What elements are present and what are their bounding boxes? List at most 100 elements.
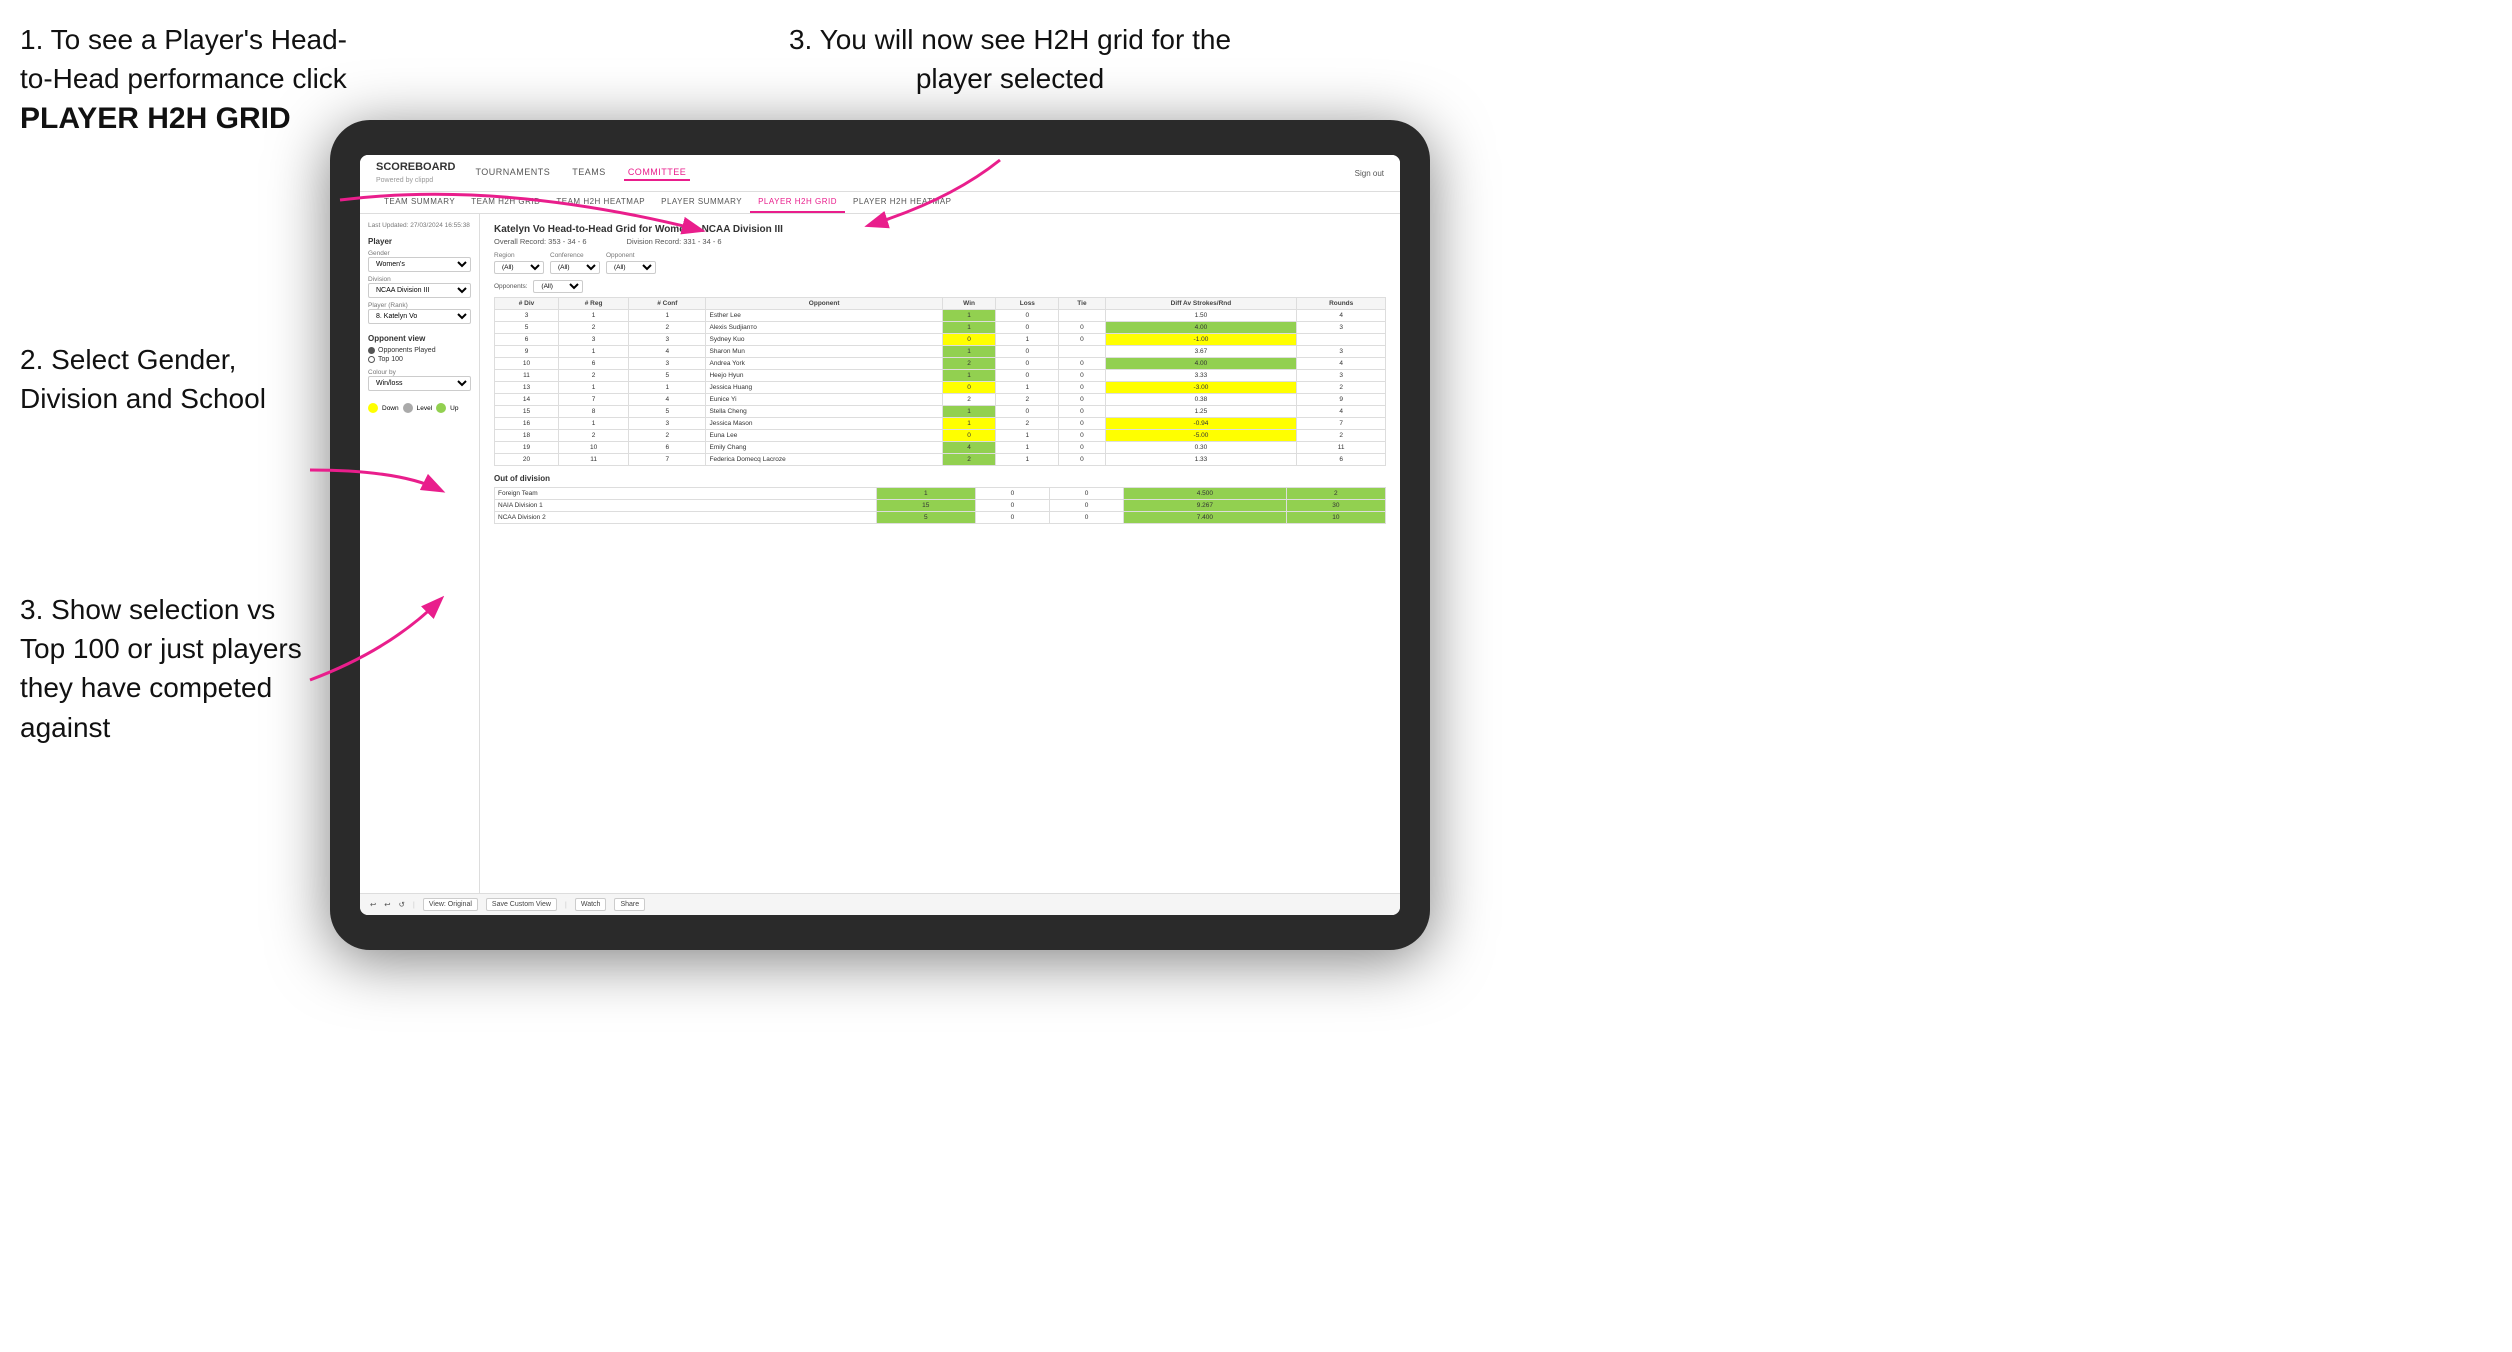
- opponents-row: Opponents: (All): [494, 280, 1386, 293]
- region-filter: Region (All): [494, 252, 544, 274]
- cell-tie: 0: [1059, 334, 1105, 346]
- subnav-player-h2h-heatmap[interactable]: PLAYER H2H HEATMAP: [845, 192, 960, 213]
- ood-loss: 0: [975, 512, 1049, 524]
- cell-conf: 5: [629, 406, 706, 418]
- cell-rounds: 7: [1297, 418, 1386, 430]
- table-row: 6 3 3 Sydney Kuo 0 1 0 -1.00: [495, 334, 1386, 346]
- save-custom-btn[interactable]: Save Custom View: [486, 898, 557, 911]
- cell-win: 2: [942, 358, 996, 370]
- sign-out[interactable]: Sign out: [1355, 169, 1384, 178]
- redo-icon[interactable]: ↩: [384, 900, 390, 909]
- ood-table-row: NAIA Division 1 15 0 0 9.267 30: [495, 500, 1386, 512]
- nav-teams[interactable]: TEAMS: [568, 165, 610, 181]
- cell-conf: 5: [629, 370, 706, 382]
- col-loss: Loss: [996, 298, 1059, 310]
- legend-up-dot: [436, 403, 446, 413]
- cell-conf: 2: [629, 430, 706, 442]
- player-section-title: Player: [368, 237, 471, 246]
- cell-tie: 0: [1059, 430, 1105, 442]
- cell-opponent: Jessica Mason: [706, 418, 942, 430]
- view-original-btn[interactable]: View: Original: [423, 898, 478, 911]
- col-div: # Div: [495, 298, 559, 310]
- player-select[interactable]: 8. Katelyn Vo: [368, 309, 471, 324]
- cell-rounds: 9: [1297, 394, 1386, 406]
- subnav-team-summary[interactable]: TEAM SUMMARY: [376, 192, 463, 213]
- conference-select[interactable]: (All): [550, 261, 600, 274]
- overall-record: Overall Record: 353 - 34 - 6: [494, 237, 587, 246]
- cell-conf: 1: [629, 310, 706, 322]
- cell-rounds: 4: [1297, 310, 1386, 322]
- ood-diff: 9.267: [1124, 500, 1286, 512]
- radio-dot-top100: [368, 356, 375, 363]
- subnav-player-summary[interactable]: PLAYER SUMMARY: [653, 192, 750, 213]
- cell-opponent: Esther Lee: [706, 310, 942, 322]
- region-select[interactable]: (All): [494, 261, 544, 274]
- nav-committee[interactable]: COMMITTEE: [624, 165, 691, 181]
- ood-win: 15: [876, 500, 975, 512]
- subnav-player-h2h-grid[interactable]: PLAYER H2H GRID: [750, 192, 845, 213]
- table-row: 19 10 6 Emily Chang 4 1 0 0.30 11: [495, 442, 1386, 454]
- legend-down-label: Down: [382, 405, 399, 412]
- colour-by-label: Colour by: [368, 369, 471, 376]
- cell-opponent: Heejo Hyun: [706, 370, 942, 382]
- step3b-text: 3. Show selection vs Top 100 or just pla…: [20, 594, 302, 743]
- step1-bold: PLAYER H2H GRID: [20, 102, 291, 135]
- ood-tie: 0: [1050, 512, 1124, 524]
- cell-conf: 4: [629, 346, 706, 358]
- col-tie: Tie: [1059, 298, 1105, 310]
- cell-loss: 0: [996, 370, 1059, 382]
- cell-diff: -0.94: [1105, 418, 1297, 430]
- cell-opponent: Andrea York: [706, 358, 942, 370]
- opponent-select[interactable]: (All): [606, 261, 656, 274]
- cell-div: 10: [495, 358, 559, 370]
- cell-rounds: 2: [1297, 430, 1386, 442]
- undo2-icon[interactable]: ↺: [399, 900, 405, 909]
- table-row: 3 1 1 Esther Lee 1 0 1.50 4: [495, 310, 1386, 322]
- cell-opponent: Federica Domecq Lacroze: [706, 454, 942, 466]
- cell-rounds: 4: [1297, 358, 1386, 370]
- cell-reg: 3: [559, 334, 629, 346]
- col-rounds: Rounds: [1297, 298, 1386, 310]
- division-select[interactable]: NCAA Division III: [368, 283, 471, 298]
- nav-tournaments[interactable]: TOURNAMENTS: [471, 165, 554, 181]
- colour-by-select[interactable]: Win/loss: [368, 376, 471, 391]
- cell-opponent: Sharon Mun: [706, 346, 942, 358]
- cell-tie: 0: [1059, 418, 1105, 430]
- col-diff: Diff Av Strokes/Rnd: [1105, 298, 1297, 310]
- cell-div: 16: [495, 418, 559, 430]
- opponents-filter-select[interactable]: (All): [533, 280, 583, 293]
- subnav-team-h2h-grid[interactable]: TEAM H2H GRID: [463, 192, 548, 213]
- col-reg: # Reg: [559, 298, 629, 310]
- cell-conf: 1: [629, 382, 706, 394]
- legend-up-label: Up: [450, 405, 458, 412]
- opponent-filter: Opponent (All): [606, 252, 656, 274]
- ood-diff: 7.400: [1124, 512, 1286, 524]
- cell-rounds: 4: [1297, 406, 1386, 418]
- opponents-label: Opponents:: [494, 283, 528, 290]
- ood-table-row: NCAA Division 2 5 0 0 7.400 10: [495, 512, 1386, 524]
- share-btn[interactable]: Share: [614, 898, 645, 911]
- cell-loss: 0: [996, 406, 1059, 418]
- table-row: 10 6 3 Andrea York 2 0 0 4.00 4: [495, 358, 1386, 370]
- radio-top100[interactable]: Top 100: [368, 356, 471, 363]
- gender-select[interactable]: Women's: [368, 257, 471, 272]
- cell-rounds: 2: [1297, 382, 1386, 394]
- opponent-label: Opponent: [606, 252, 656, 259]
- colour-legend: Down Level Up: [368, 403, 471, 413]
- filter-row: Region (All) Conference (All) Opponent: [494, 252, 1386, 274]
- cell-rounds: 6: [1297, 454, 1386, 466]
- watch-btn[interactable]: Watch: [575, 898, 607, 911]
- radio-opponents-played[interactable]: Opponents Played: [368, 347, 471, 354]
- instruction-step1: 1. To see a Player's Head-to-Head perfor…: [20, 20, 360, 140]
- subnav-team-h2h-heatmap[interactable]: TEAM H2H HEATMAP: [548, 192, 653, 213]
- cell-reg: 11: [559, 454, 629, 466]
- ood-rounds: 10: [1286, 512, 1385, 524]
- undo-icon[interactable]: ↩: [370, 900, 376, 909]
- cell-win: 4: [942, 442, 996, 454]
- legend-level-label: Level: [417, 405, 433, 412]
- ood-team: NAIA Division 1: [495, 500, 877, 512]
- out-of-division-table: Foreign Team 1 0 0 4.500 2 NAIA Division…: [494, 487, 1386, 524]
- cell-reg: 1: [559, 418, 629, 430]
- division-label: Division: [368, 276, 471, 283]
- cell-win: 1: [942, 322, 996, 334]
